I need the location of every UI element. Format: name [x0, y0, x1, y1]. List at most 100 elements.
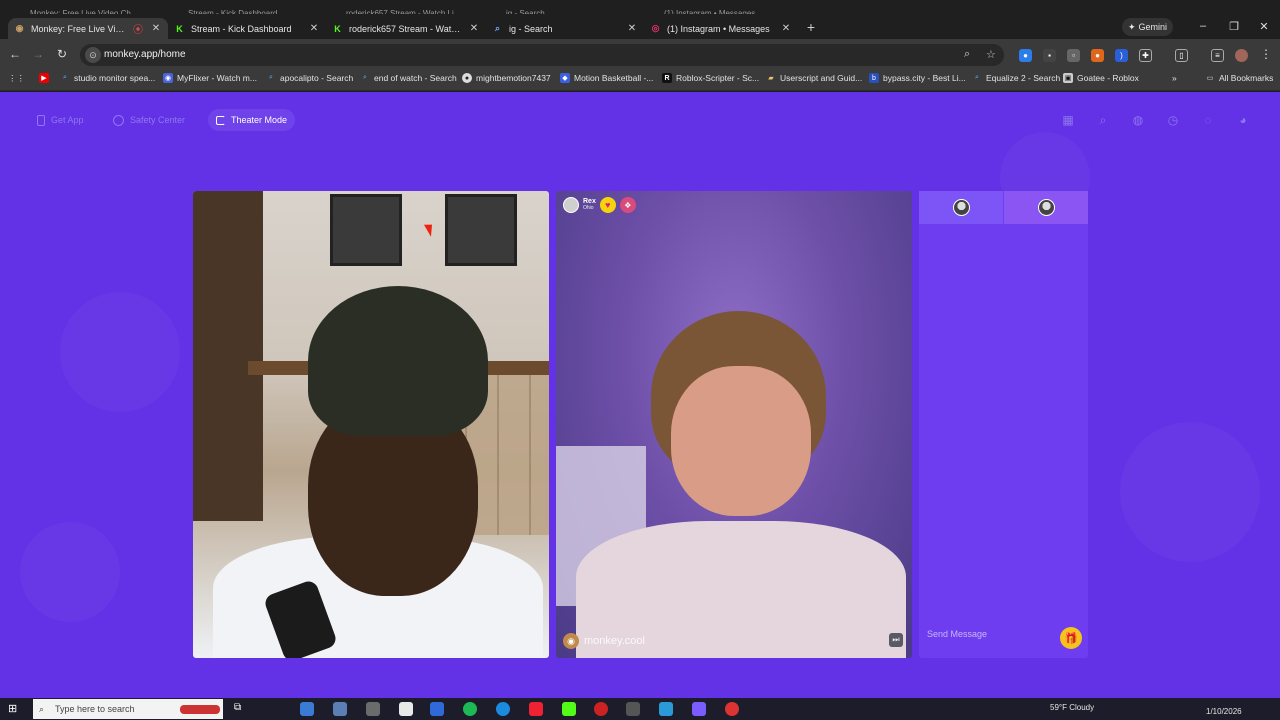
close-window-button[interactable]: ✕: [1257, 20, 1271, 33]
taskbar-app-icon[interactable]: [692, 702, 706, 716]
background-tab[interactable]: roderick657 Stream - Watch Li: [346, 0, 454, 14]
history-icon[interactable]: ◷: [1166, 113, 1180, 127]
taskbar-app-icon[interactable]: [529, 702, 543, 716]
peer-location: Ohio: [583, 205, 594, 211]
background-decoration: [1120, 422, 1260, 562]
apps-grid-icon[interactable]: ⋮⋮: [8, 73, 25, 84]
taskbar-app-icon[interactable]: [366, 702, 380, 716]
url-text[interactable]: monkey.app/home: [104, 49, 186, 60]
minimize-button[interactable]: –: [1196, 20, 1210, 32]
background-tab[interactable]: ig - Search: [506, 0, 545, 14]
zoom-icon[interactable]: ⌕: [964, 48, 970, 61]
close-tab-icon[interactable]: ✕: [150, 23, 162, 34]
bookmarks-overflow-icon[interactable]: »: [1172, 73, 1177, 83]
extension-icon[interactable]: ●: [1091, 49, 1104, 62]
reload-button[interactable]: ↻: [54, 47, 70, 61]
taskbar-app-icon[interactable]: [659, 702, 673, 716]
tab-kick-dashboard[interactable]: K Stream - Kick Dashboard ✕: [168, 18, 326, 39]
back-button[interactable]: ←: [7, 47, 23, 61]
extension-icon[interactable]: ●: [1019, 49, 1032, 62]
bookmark-item[interactable]: b bypass.city - Best Li...: [869, 73, 966, 83]
bookmark-item[interactable]: ● mightbemotion7437: [462, 73, 551, 83]
myflixer-icon: ◉: [163, 73, 173, 83]
task-view-icon[interactable]: ⧉: [234, 702, 248, 716]
tab-kick-stream[interactable]: K roderick657 Stream - Watch Li ✕: [326, 18, 486, 39]
bookmark-item[interactable]: ⌕ apocalipto - Search: [266, 73, 353, 83]
skip-button[interactable]: ⏭: [889, 633, 903, 647]
taskbar-app-icon[interactable]: [399, 702, 413, 716]
bookmark-item[interactable]: ▰ Userscript and Guid...: [766, 73, 862, 83]
new-tab-button[interactable]: +: [803, 19, 819, 35]
coin-icon[interactable]: ◍: [1131, 113, 1145, 127]
background-decoration: [20, 522, 120, 622]
video-scene: [308, 286, 488, 436]
media-control-icon[interactable]: ≡: [1211, 49, 1224, 62]
chrome-icon[interactable]: [725, 702, 739, 716]
youtube-bookmark[interactable]: ▶: [39, 73, 49, 83]
close-tab-icon[interactable]: ✕: [308, 23, 320, 34]
taskbar-date[interactable]: 1/10/2026: [1206, 707, 1242, 716]
profile-icon[interactable]: ◕: [1236, 113, 1250, 127]
background-tab[interactable]: Stream - Kick Dashboard: [188, 0, 277, 14]
bookmark-item[interactable]: ⌕ end of watch - Search: [360, 73, 457, 83]
chat-tab-user[interactable]: [919, 191, 1003, 224]
profile-avatar[interactable]: [1235, 49, 1248, 62]
chat-icon[interactable]: ◌: [1201, 113, 1215, 127]
site-info-icon[interactable]: ⊙: [85, 47, 101, 63]
background-tab[interactable]: Monkey: Free Live Video Ch: [30, 0, 131, 14]
safety-center-link[interactable]: Safety Center: [113, 109, 185, 131]
all-bookmarks-button[interactable]: ▭ All Bookmarks: [1205, 73, 1274, 83]
search-icon[interactable]: ⌕: [1096, 113, 1110, 127]
theater-mode-button[interactable]: Theater Mode: [208, 109, 296, 131]
menu-kebab-icon[interactable]: ⋮: [1258, 47, 1274, 61]
extension-icon[interactable]: ▫: [1067, 49, 1080, 62]
tab-monkey[interactable]: ◉ Monkey: Free Live Video Ch ⦿ ✕: [8, 18, 168, 39]
bookmark-item[interactable]: ◉ MyFlixer - Watch m...: [163, 73, 257, 83]
background-tab[interactable]: (1) Instagram • Messages: [664, 0, 755, 14]
bookmark-item[interactable]: R Roblox-Scripter - Sc...: [662, 73, 759, 83]
tab-instagram[interactable]: ◎ (1) Instagram • Messages ✕: [644, 18, 798, 39]
spotify-icon[interactable]: [463, 702, 477, 716]
search-icon: ⌕: [269, 74, 273, 81]
taskbar-app-icon[interactable]: [594, 702, 608, 716]
bookmark-item[interactable]: ⌕ studio monitor spea...: [60, 73, 155, 83]
tab-ig-search[interactable]: ⌕ ig - Search ✕: [486, 18, 644, 39]
sparkle-icon: ✦: [1128, 21, 1136, 32]
extension-icon[interactable]: ): [1115, 49, 1128, 62]
search-icon: ⌕: [63, 74, 67, 81]
taskbar-app-icon[interactable]: [562, 702, 576, 716]
gift-icon[interactable]: ❖: [619, 197, 636, 213]
instagram-icon: ◎: [651, 23, 660, 33]
get-app-link[interactable]: Get App: [37, 109, 84, 131]
chat-tab-peer[interactable]: [1004, 191, 1088, 224]
close-tab-icon[interactable]: ✕: [780, 23, 792, 34]
forward-button[interactable]: →: [30, 47, 46, 61]
close-tab-icon[interactable]: ✕: [468, 23, 480, 34]
close-tab-icon[interactable]: ✕: [626, 23, 638, 34]
bookmark-item[interactable]: ▣ Goatee - Roblox: [1063, 73, 1139, 83]
taskbar-app-icon[interactable]: [430, 702, 444, 716]
address-bar[interactable]: ⊙ monkey.app/home ⌕ ☆: [80, 44, 1004, 66]
bookmark-star-icon[interactable]: ☆: [986, 48, 996, 61]
taskbar-app-icon[interactable]: [300, 702, 314, 716]
bookmarks-bar: ⋮⋮ ▶ ⌕ studio monitor spea... ◉ MyFlixer -…: [0, 70, 1280, 91]
shop-icon[interactable]: ▦: [1061, 113, 1075, 127]
windows-start-icon[interactable]: ⊞: [8, 702, 21, 715]
edge-icon[interactable]: [496, 702, 510, 716]
extension-icon[interactable]: ▪: [1043, 49, 1056, 62]
taskbar-app-icon[interactable]: [626, 702, 640, 716]
taskbar-app-icon[interactable]: [333, 702, 347, 716]
extensions-puzzle-icon[interactable]: ✚: [1139, 49, 1152, 62]
bookmark-item[interactable]: ◆ Motion Basketball -...: [560, 73, 653, 83]
heart-icon[interactable]: ♥: [599, 197, 616, 213]
maximize-button[interactable]: ❐: [1227, 20, 1241, 33]
send-message-input[interactable]: Send Message: [927, 629, 987, 639]
gemini-button[interactable]: ✦ Gemini: [1122, 18, 1174, 36]
gift-button[interactable]: 🎁: [1060, 627, 1082, 649]
weather-widget[interactable]: 59°F Cloudy: [1050, 703, 1094, 712]
local-video: [193, 191, 549, 658]
bookmark-item[interactable]: ⌕ Equalize 2 - Search: [972, 73, 1060, 83]
taskbar-widget[interactable]: [180, 705, 220, 714]
side-panel-icon[interactable]: ▯: [1175, 49, 1188, 62]
peer-avatar[interactable]: [563, 197, 579, 213]
